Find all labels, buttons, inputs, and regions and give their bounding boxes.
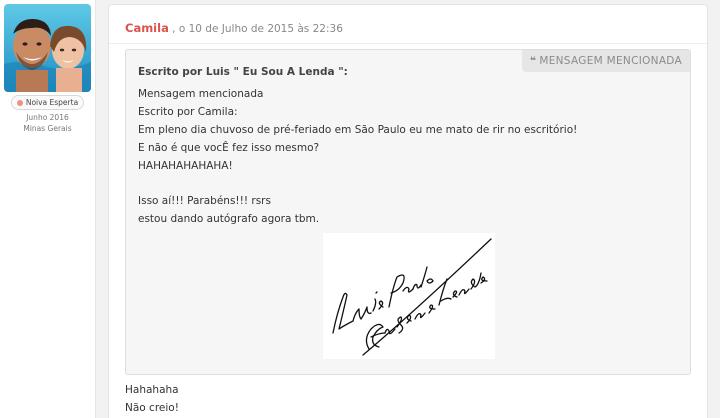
quote-line: Isso aí!!! Parabéns!!! rsrs	[138, 195, 271, 207]
avatar-photo	[4, 4, 91, 92]
quote-line: E não é que vocÊ fez isso mesmo?	[138, 142, 320, 154]
badge-label: Noiva Esperta	[25, 98, 79, 107]
post-card: Camila , o 10 de Julho de 2015 às 22:36 …	[108, 4, 708, 418]
quote-line: Mensagem mencionada	[138, 88, 264, 100]
user-column: Noiva Esperta Junho 2016 Minas Gerais	[0, 0, 96, 418]
quote-line: HAHAHAHAHAHA!	[138, 160, 233, 172]
join-date: Junho 2016	[26, 113, 69, 122]
avatar[interactable]	[4, 4, 91, 92]
quote-line: estou dando autógrafo agora tbm.	[138, 213, 320, 225]
quote-icon: ❝	[529, 55, 537, 67]
signature-drawing	[332, 238, 492, 356]
user-location: Minas Gerais	[23, 124, 72, 133]
post-header: Camila , o 10 de Julho de 2015 às 22:36	[125, 21, 343, 35]
post-date: , o 10 de Julho de 2015 às 22:36	[172, 23, 343, 35]
user-badge: Noiva Esperta	[11, 95, 84, 110]
quote-block: ❝ MENSAGEM MENCIONADA Escrito por Luis " …	[125, 49, 691, 375]
header-divider	[109, 43, 707, 44]
quote-line: Em pleno dia chuvoso de pré-feriado em S…	[138, 124, 578, 136]
signature-image	[323, 233, 495, 359]
quote-tag-label: MENSAGEM MENCIONADA	[539, 55, 682, 67]
reply-line: Não creio!	[125, 402, 179, 414]
badge-dot-icon	[16, 100, 23, 106]
quote-line: Escrito por Camila:	[138, 106, 238, 118]
reply-line: Hahahaha	[125, 384, 179, 396]
post-author-link[interactable]: Camila	[125, 21, 169, 35]
quote-tag: ❝ MENSAGEM MENCIONADA	[521, 50, 690, 72]
quote-author-line: Escrito por Luis " Eu Sou A Lenda ":	[138, 66, 348, 78]
